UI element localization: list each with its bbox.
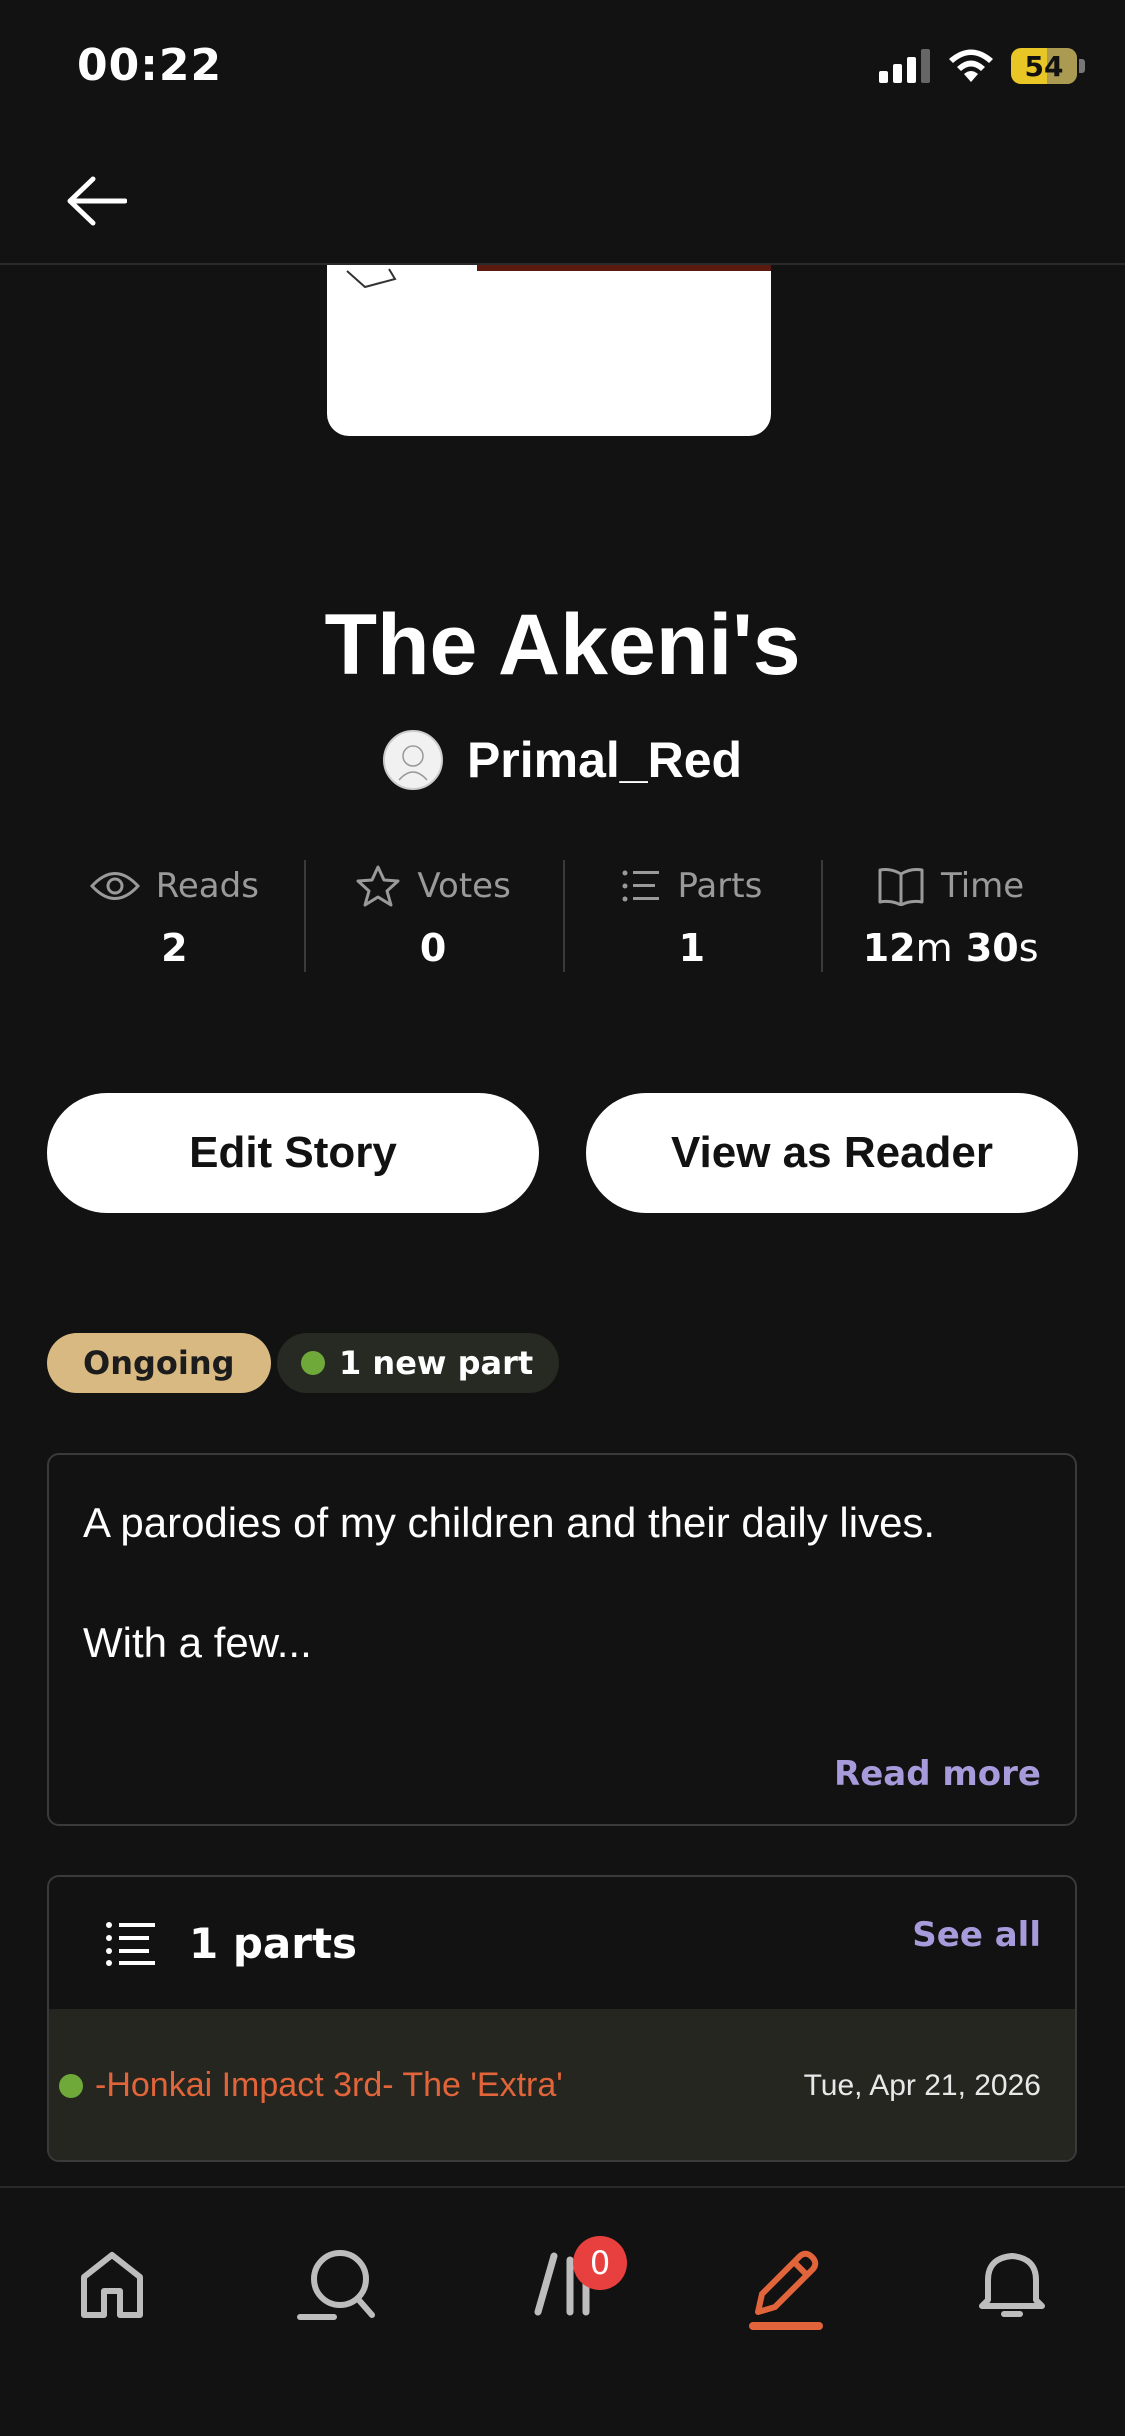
stat-value: 12m 30s	[862, 926, 1039, 970]
stat-value: 1	[678, 926, 706, 970]
stat-value: 2	[161, 926, 188, 970]
status-time: 00:22	[77, 40, 223, 91]
story-title: The Akeni's	[324, 597, 801, 693]
description-text: A parodies of my children and their dail…	[83, 1499, 936, 1666]
new-part-dot	[59, 2073, 83, 2098]
wifi-icon	[949, 49, 993, 82]
new-part-badge: 1 new part	[277, 1333, 560, 1393]
stat-label: Reads	[155, 866, 259, 906]
stat-reads: Reads 2	[45, 860, 304, 975]
write-icon	[755, 2250, 819, 2315]
eye-icon	[89, 872, 140, 900]
part-row[interactable]: -Honkai Impact 3rd- The 'Extra' Tue, Apr…	[49, 2009, 1075, 2160]
cover-sketch	[346, 268, 397, 289]
author-avatar[interactable]	[382, 730, 443, 790]
see-all-link[interactable]: See all	[912, 1915, 1041, 1955]
status-badge: Ongoing	[47, 1333, 271, 1393]
battery-icon: 54	[1011, 48, 1085, 84]
story-stats: Reads 2 Votes 0 Parts 1 Time 12m 30s	[45, 860, 1080, 975]
view-as-reader-button[interactable]: View as Reader	[586, 1093, 1078, 1213]
nav-notifications[interactable]	[952, 2224, 1072, 2344]
status-bar: 00:22 54	[0, 0, 1125, 135]
stat-label: Time	[941, 866, 1025, 906]
author-name[interactable]: Primal_Red	[467, 731, 742, 789]
nav-search[interactable]	[276, 2224, 396, 2344]
stat-label: Parts	[677, 866, 763, 906]
bell-icon	[979, 2253, 1045, 2317]
list-icon	[622, 870, 660, 902]
part-date: Tue, Apr 21, 2026	[803, 2068, 1041, 2102]
book-icon	[878, 868, 924, 906]
stat-parts: Parts 1	[562, 860, 822, 975]
stat-label: Votes	[417, 866, 511, 906]
avatar-sketch	[398, 745, 428, 781]
status-icons: 54	[879, 48, 1085, 84]
bottom-nav: 0	[0, 2186, 1125, 2436]
nav-library[interactable]: 0	[505, 2224, 627, 2344]
back-button[interactable]	[56, 165, 136, 237]
read-more-link[interactable]: Read more	[834, 1754, 1041, 1794]
stat-time: Time 12m 30s	[821, 860, 1080, 975]
new-indicator-dot	[301, 1351, 325, 1375]
author-link[interactable]: Primal_Red	[0, 730, 1125, 790]
parts-card: 1 parts See all -Honkai Impact 3rd- The …	[47, 1875, 1077, 2162]
star-icon	[356, 865, 400, 907]
description-card: A parodies of my children and their dail…	[47, 1453, 1077, 1826]
list-icon	[106, 1922, 155, 1966]
battery-level: 54	[1024, 49, 1064, 83]
search-icon	[297, 2250, 375, 2320]
stat-value: 0	[419, 926, 447, 970]
nav-home[interactable]	[52, 2224, 172, 2344]
new-part-label: 1 new part	[339, 1344, 534, 1382]
part-title[interactable]: -Honkai Impact 3rd- The 'Extra'	[95, 2066, 563, 2105]
home-icon	[81, 2252, 143, 2318]
stat-votes: Votes 0	[303, 860, 563, 975]
active-tab-indicator	[749, 2322, 823, 2330]
parts-header: 1 parts See all	[49, 1877, 1075, 2009]
back-arrow-icon	[67, 176, 127, 226]
edit-story-button[interactable]: Edit Story	[47, 1093, 539, 1213]
library-badge: 0	[573, 2236, 627, 2290]
parts-count: 1 parts	[189, 1918, 358, 1968]
cellular-signal-icon	[879, 49, 930, 83]
top-bar	[0, 135, 1125, 265]
